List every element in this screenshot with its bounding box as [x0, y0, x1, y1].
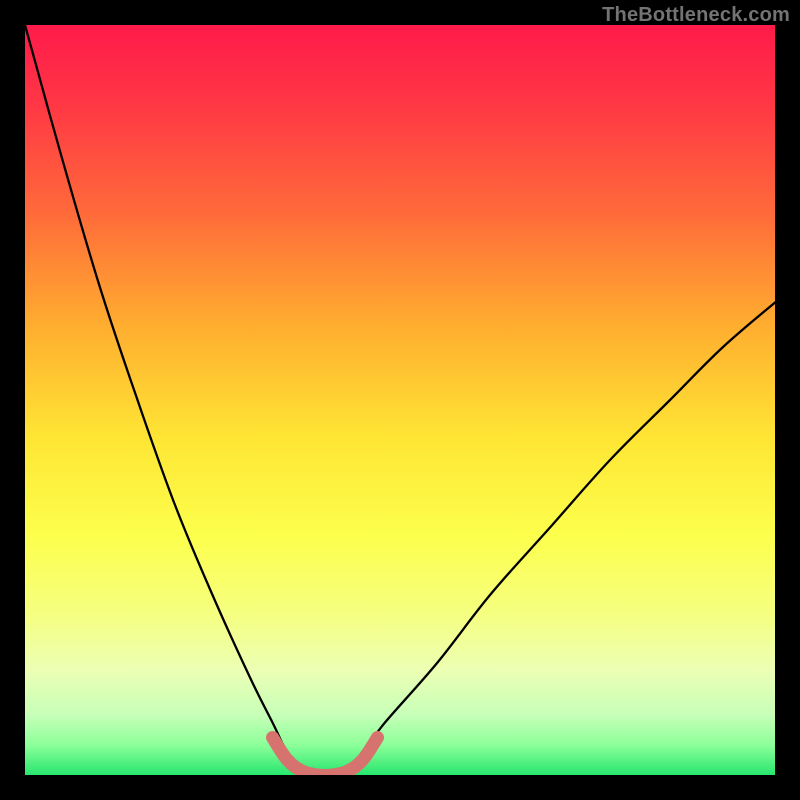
- watermark-text: TheBottleneck.com: [602, 4, 790, 27]
- chart-frame: TheBottleneck.com: [0, 0, 800, 800]
- plot-gradient-background: [25, 25, 775, 775]
